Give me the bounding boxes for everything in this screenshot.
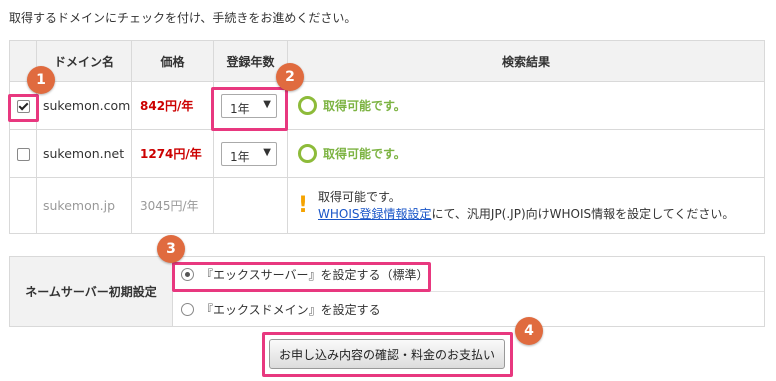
whois-settings-link[interactable]: WHOIS登録情報設定 <box>318 207 432 221</box>
radio-button[interactable] <box>181 302 194 316</box>
step-badge-4: 4 <box>515 317 543 345</box>
highlight-box-submit <box>262 332 513 377</box>
header-price: 価格 <box>131 40 214 82</box>
domain-name: sukemon.jp <box>36 177 132 234</box>
available-circle-icon <box>298 144 317 163</box>
year-select-net[interactable]: 1年 ▼ <box>221 141 277 166</box>
domain-table: ドメイン名 価格 登録年数 検索結果 sukemon.com 842円/年 1年… <box>9 40 765 234</box>
step-badge-3: 3 <box>157 235 185 263</box>
nameserver-option-xdomain[interactable]: 『エックスドメイン』を設定する <box>173 291 764 326</box>
domain-checkbox-net[interactable] <box>16 147 30 161</box>
domain-price: 1274円/年 <box>131 129 214 178</box>
result-text: 取得可能です。 <box>323 147 406 161</box>
highlight-box-year <box>211 87 288 131</box>
domain-price: 3045円/年 <box>131 177 214 234</box>
highlight-box-checkbox <box>8 94 39 122</box>
table-row: sukemon.com 842円/年 1年 ▼ 取得可能です。 <box>9 81 765 130</box>
result-text: 取得可能です。 <box>318 189 401 204</box>
chevron-down-icon: ▼ <box>263 146 271 158</box>
instruction-text: 取得するドメインにチェックを付け、手続きをお進めください。 <box>9 11 357 25</box>
domain-price: 842円/年 <box>131 81 214 130</box>
result-text: 取得可能です。 <box>323 99 406 113</box>
table-row: sukemon.net 1274円/年 1年 ▼ 取得可能です。 <box>9 129 765 178</box>
result-note: にて、汎用JP(.JP)向けWHOIS情報を設定してください。 <box>431 206 735 221</box>
domain-name: sukemon.net <box>36 129 132 178</box>
exclamation-icon: ! <box>298 192 309 218</box>
table-row: sukemon.jp 3045円/年 ! 取得可能です。 WHOIS登録情報設定… <box>9 177 765 234</box>
table-header-row: ドメイン名 価格 登録年数 検索結果 <box>9 40 765 82</box>
available-circle-icon <box>298 96 317 115</box>
step-badge-2: 2 <box>276 63 304 91</box>
step-badge-1: 1 <box>27 66 55 94</box>
header-result: 検索結果 <box>287 40 765 82</box>
nameserver-label: ネームサーバー初期設定 <box>9 256 173 327</box>
highlight-box-nameserver <box>172 262 431 292</box>
